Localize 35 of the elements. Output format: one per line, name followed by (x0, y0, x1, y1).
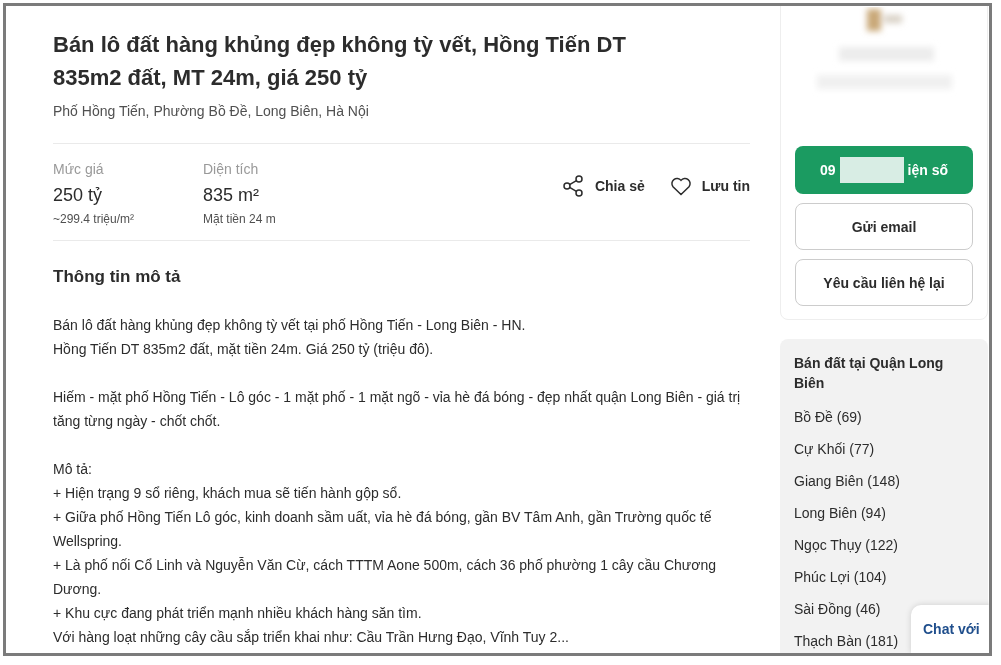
sidebar-link[interactable]: Sài Đồng (46) (794, 593, 881, 625)
description-text: Hiếm - mặt phố Hồng Tiến - Lô góc - 1 mặt phố - 1 mặt ngõ - vỉa hè đá bóng - đẹp nhất quận Long Biên - giá trị tăng từng ngày - chốt chốt. (53, 388, 742, 431)
section-heading: Thông tin mô tả (53, 267, 182, 287)
save-button[interactable]: Lưu tin (668, 174, 750, 198)
sidebar-link[interactable]: Cự Khối (77) (794, 433, 875, 465)
fact-note: ~299.4 triệu/m² (53, 212, 136, 226)
listing-title: Bán lô đất hàng khủng đẹp không tỳ vết, Hồng Tiến DT 835m2 đất, MT 24m, giá 250 tỷ (53, 31, 627, 92)
chat-button[interactable]: Chat với (911, 605, 989, 653)
description-text: Hồng Tiến DT 835m2 đất, mặt tiền 24m. Giá 250 tỷ (triệu đô). (53, 340, 435, 359)
share-icon (561, 174, 586, 198)
fact-label: Mức giá (53, 161, 105, 177)
fact-value: 250 tỷ (53, 185, 104, 206)
description-text: Bán lô đất hàng khủng đẹp không tỳ vết tại phố Hồng Tiến - Long Biên - HN. (53, 316, 527, 335)
fact-note: Mặt tiền 24 m (203, 212, 277, 226)
sidebar-link[interactable]: Bồ Đề (69) (794, 401, 862, 433)
sidebar-link[interactable]: Phúc Lợi (104) (794, 561, 887, 593)
sidebar-link[interactable]: Long Biên (94) (794, 497, 886, 529)
contact-button[interactable]: Yêu cầu liên hệ lại (795, 259, 973, 306)
address-text: Phố Hồng Tiến, Phường Bồ Đề, Long Biên, Hà Nội (53, 103, 750, 144)
redaction-patch (839, 157, 904, 183)
sidebar-link[interactable]: Ngọc Thụy (122) (794, 529, 898, 561)
description-text: Mô tả: (53, 460, 93, 479)
description-text: Với hàng loạt những cây cầu sắp triển khai như: Cầu Trần Hưng Đạo, Vĩnh Tuy 2... (53, 628, 570, 647)
description-text: + Hiện trạng 9 sổ riêng, khách mua sẽ tiến hành gộp sổ. (53, 484, 403, 503)
share-button[interactable]: Chia sẻ (561, 174, 645, 198)
description-text: + Khu cực đang phát triển mạnh nhiều khách hàng săn tìm. (53, 604, 423, 623)
phone-button[interactable]: 09 iện số (795, 146, 973, 194)
description-text: + Giữa phố Hồng Tiến Lô góc, kinh doanh sầm uất, vỉa hè đá bóng, gần BV Tâm Anh, gần Trường quốc tế Wellspring. (53, 508, 713, 551)
description-text: + Là phố nối Cổ Linh và Nguyễn Văn Cừ, cách TTTM Aone 500m, cách 36 phố phường 1 cây cầu Chương Dương. (53, 556, 717, 599)
contact-button[interactable]: Gửi email (795, 203, 973, 250)
fact-value: 835 m² (203, 185, 261, 206)
sidebar-title: Bán đất tại Quận Long Biên (794, 354, 945, 393)
fact-label: Diện tích (203, 161, 260, 177)
sidebar-link[interactable]: Giang Biên (148) (794, 465, 900, 497)
sidebar-link[interactable]: Thạch Bàn (181) (794, 625, 899, 653)
